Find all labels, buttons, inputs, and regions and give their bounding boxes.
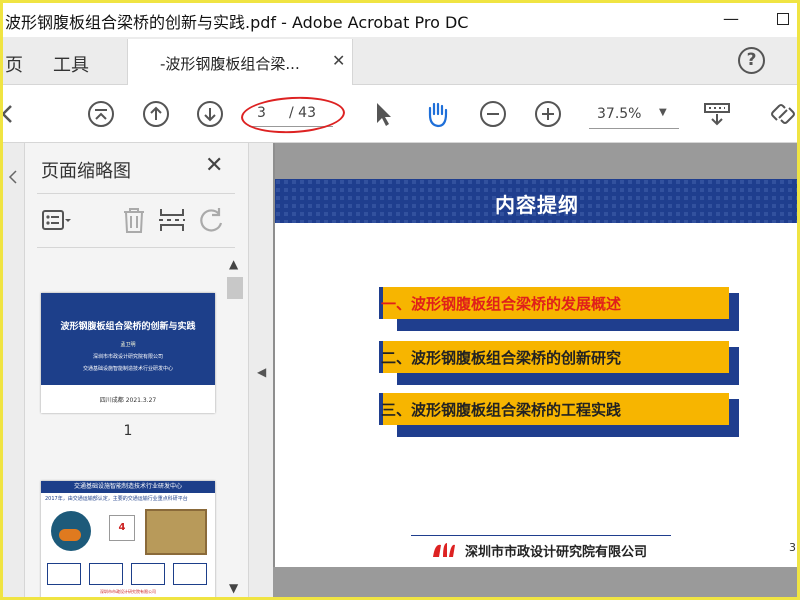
thumb2-number-badge: 4 [109,515,135,541]
footer-line [411,535,671,536]
thumb-org: 深圳市市政设计研究院有限公司 [92,354,163,360]
slide-heading-band: 内容提纲 [275,179,797,223]
chevron-down-icon: ▼ [659,107,667,118]
outline-item-text: 一、波形钢腹板组合梁桥的发展概述 [381,295,622,313]
slide-heading: 内容提纲 [495,193,579,217]
rotate-icon[interactable] [197,205,227,235]
tab-document[interactable]: -波形钢腹板组合梁... ✕ [127,39,353,85]
thumb2-footer: 深圳市市政设计研究院有限公司 [100,589,156,594]
link-icon[interactable] [769,100,797,128]
thumbnail-scrollbar[interactable]: ▲ ▼ [225,255,245,597]
tab-document-label: -波形钢腹板组合梁... [160,55,300,73]
trash-icon[interactable] [119,205,149,235]
thumb-date: 四川成都 2021.3.27 [41,395,215,404]
app-window: 波形钢腹板组合梁桥的创新与实践.pdf - Adobe Acrobat Pro … [3,3,797,597]
thumb2-badge-shape [59,529,81,541]
minimize-icon[interactable]: — [721,9,741,29]
thumb2-subtitle: 2017年，由交通运输部认定，主要的交通运输行业重点科研平台 [45,496,188,502]
title-bar: 波形钢腹板组合梁桥的创新与实践.pdf - Adobe Acrobat Pro … [3,3,797,37]
thumbnail-page-number: 1 [123,423,133,439]
toolbar: 3 / 43 37.5% ▼ [3,85,797,143]
partial-left-icon [3,105,12,123]
scroll-up-icon[interactable]: ▲ [229,257,238,271]
outline-item-text: 二、波形钢腹板组合梁桥的创新研究 [381,349,622,367]
panel-divider [37,193,235,194]
tab-bar: 页 工具 -波形钢腹板组合梁... ✕ ? [3,37,797,85]
zoom-underline [589,128,679,129]
next-page-icon[interactable] [196,100,224,128]
thumb2-box [131,563,165,585]
thumb-author: 孟卫明 [120,342,136,348]
scrollbar-thumb[interactable] [227,277,243,299]
zoom-out-icon[interactable] [479,100,507,128]
thumb-center: 交通基础设施智能制造技术行业研发中心 [82,366,173,372]
thumb2-box [47,563,81,585]
outline-item-text: 三、波形钢腹板组合梁桥的工程实践 [381,401,622,419]
panel-title: 页面缩略图 [41,161,131,182]
outline-item-1: 一、波形钢腹板组合梁桥的发展概述 [379,287,739,331]
options-menu-icon[interactable] [41,205,71,235]
thumb2-box [173,563,207,585]
zoom-value: 37.5% [597,106,642,122]
first-page-icon[interactable] [87,100,115,128]
thumb-title: 波形钢腹板组合梁桥的创新与实践 [60,322,196,332]
thumb-date-value: 2021.3.27 [125,397,157,404]
thumb2-box [89,563,123,585]
thumbnail-cover-band: 波形钢腹板组合梁桥的创新与实践 孟卫明 深圳市市政设计研究院有限公司 交通基础设… [41,293,215,385]
window-title: 波形钢腹板组合梁桥的创新与实践.pdf - Adobe Acrobat Pro … [5,13,469,32]
hand-tool-icon[interactable] [423,100,451,128]
panel-splitter[interactable]: ◀ [249,143,273,597]
tab-home[interactable]: 页 [5,51,23,77]
slide-top-strip [275,143,797,179]
thumb2-header: 交通基础设施智能制造技术行业研发中心 [41,481,215,493]
organization-name: 深圳市市政设计研究院有限公司 [465,545,648,560]
slide-page-number: 3 [789,541,796,554]
outline-item-3: 三、波形钢腹板组合梁桥的工程实践 [379,393,739,437]
zoom-in-icon[interactable] [534,100,562,128]
close-panel-icon[interactable]: ✕ [205,153,223,178]
tab-tools[interactable]: 工具 [53,51,89,77]
thumbnail-panel: 页面缩略图 ✕ 波形钢腹板组合梁桥的创新与实践 孟卫明 深圳市市政设计研究院有限 [25,143,249,597]
thumb-place: 四川成都 [99,397,124,404]
maximize-icon[interactable] [777,13,789,25]
page-thumbnail-1[interactable]: 波形钢腹板组合梁桥的创新与实践 孟卫明 深圳市市政设计研究院有限公司 交通基础设… [41,293,215,413]
collapse-arrow-icon[interactable] [7,169,19,185]
scroll-mode-icon[interactable] [703,100,731,128]
document-view[interactable]: 内容提纲 一、波形钢腹板组合梁桥的发展概述 二、波形钢腹板组合梁桥的创新研究 三… [273,143,797,597]
panel-divider [37,247,235,248]
prev-page-icon[interactable] [142,100,170,128]
select-cursor-icon[interactable] [369,100,397,128]
close-tab-icon[interactable]: ✕ [332,51,345,70]
page-gap [273,567,797,597]
split-page-icon[interactable] [157,205,187,235]
help-icon[interactable]: ? [738,47,765,74]
page-thumbnail-2[interactable]: 交通基础设施智能制造技术行业研发中心 2017年，由交通运输部认定，主要的交通运… [41,481,215,597]
left-gutter [3,143,25,597]
zoom-select[interactable]: 37.5% ▼ [589,103,679,129]
scroll-down-icon[interactable]: ▼ [229,581,238,595]
organization-logo-icon [433,543,455,557]
slide-page: 内容提纲 一、波形钢腹板组合梁桥的发展概述 二、波形钢腹板组合梁桥的创新研究 三… [275,143,797,567]
thumb2-certificate-image [145,509,207,555]
outline-item-2: 二、波形钢腹板组合梁桥的创新研究 [379,341,739,385]
collapse-panel-icon[interactable]: ◀ [257,365,266,379]
